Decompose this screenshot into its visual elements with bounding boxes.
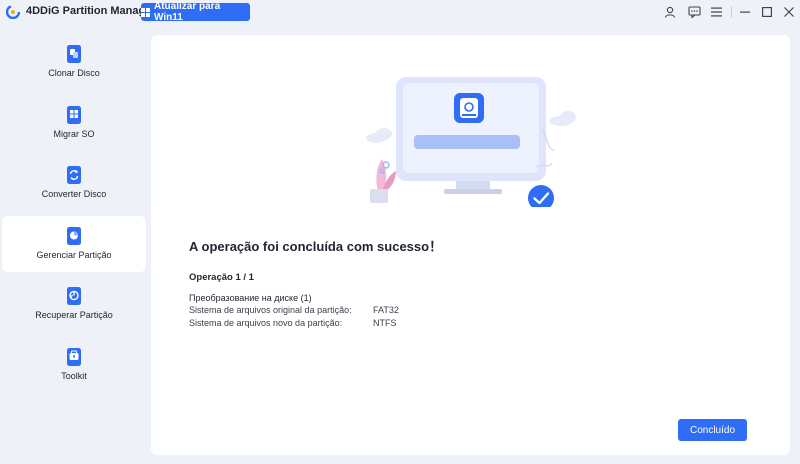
sidebar-item-label: Gerenciar Partição bbox=[36, 250, 112, 260]
close-icon[interactable] bbox=[781, 4, 797, 20]
result-title: A operação foi concluída com sucesso！ bbox=[189, 239, 443, 254]
detail-value: NTFS bbox=[373, 318, 397, 328]
sidebar-item-label: Clonar Disco bbox=[48, 68, 100, 78]
maximize-icon[interactable] bbox=[759, 4, 775, 20]
menu-icon[interactable] bbox=[708, 4, 724, 20]
detail-value: FAT32 bbox=[373, 305, 399, 315]
clone-disk-icon bbox=[65, 44, 83, 64]
migrate-os-icon bbox=[65, 105, 83, 125]
success-illustration bbox=[366, 77, 576, 207]
sidebar-item-label: Toolkit bbox=[61, 371, 87, 381]
sidebar-item-label: Migrar SO bbox=[53, 129, 95, 139]
operation-name: Преобразование на диске (1) bbox=[189, 293, 312, 303]
convert-disk-icon bbox=[65, 165, 83, 185]
main-panel: A operação foi concluída com sucesso！ Op… bbox=[151, 35, 790, 455]
sidebar-item-clonar-disco[interactable]: Clonar Disco bbox=[2, 34, 146, 90]
sidebar-item-label: Converter Disco bbox=[41, 189, 107, 199]
title-bar: 4DDiG Partition Manager Atualizar para W… bbox=[0, 0, 800, 24]
sidebar-item-recuperar-particao[interactable]: Recuperar Partição bbox=[2, 276, 146, 332]
manage-partition-icon bbox=[65, 226, 83, 246]
app-logo-icon bbox=[6, 5, 20, 19]
detail-label: Sistema de arquivos novo da partição: bbox=[189, 318, 343, 328]
sidebar-item-converter-disco[interactable]: Converter Disco bbox=[2, 155, 146, 211]
titlebar-divider bbox=[731, 6, 732, 18]
upgrade-win11-button[interactable]: Atualizar para Win11 bbox=[141, 1, 250, 23]
recover-partition-icon bbox=[65, 286, 83, 306]
detail-row: Sistema de arquivos novo da partição: NTF… bbox=[189, 318, 397, 328]
upgrade-label: Atualizar para Win11 bbox=[154, 1, 221, 23]
minimize-icon[interactable] bbox=[737, 4, 753, 20]
windows-icon bbox=[141, 7, 150, 17]
done-button[interactable]: Concluído bbox=[678, 419, 747, 441]
sidebar-item-toolkit[interactable]: Toolkit bbox=[2, 337, 146, 393]
app-title: 4DDiG Partition Manager bbox=[26, 5, 156, 17]
toolkit-icon bbox=[65, 347, 83, 367]
sidebar-item-migrar-so[interactable]: Migrar SO bbox=[2, 95, 146, 151]
detail-row: Sistema de arquivos original da partição… bbox=[189, 305, 399, 315]
sidebar-item-label: Recuperar Partição bbox=[35, 310, 113, 320]
operation-count: Operação 1 / 1 bbox=[189, 272, 254, 283]
user-icon[interactable] bbox=[662, 4, 678, 20]
feedback-icon[interactable] bbox=[686, 4, 702, 20]
sidebar-item-gerenciar-particao[interactable]: Gerenciar Partição bbox=[2, 216, 146, 272]
detail-label: Sistema de arquivos original da partição… bbox=[189, 305, 352, 315]
